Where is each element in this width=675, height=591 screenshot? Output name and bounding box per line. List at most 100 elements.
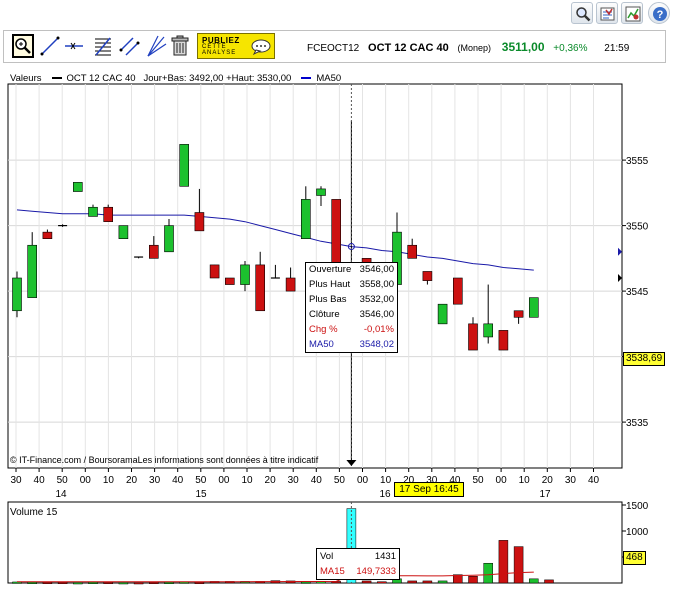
volume-bar bbox=[544, 579, 554, 584]
crosshair-arrow bbox=[346, 460, 357, 466]
volume-bar bbox=[498, 540, 509, 584]
current-price-marker: 3538,69 bbox=[623, 352, 666, 366]
tooltip-label: Ouverture bbox=[309, 264, 352, 275]
x-tick-label: 00 bbox=[80, 475, 92, 486]
vtip-value: 149,7333 bbox=[356, 566, 396, 577]
volume-bar bbox=[301, 581, 311, 584]
price-last-marker bbox=[618, 274, 622, 282]
day-label: 15 bbox=[195, 489, 207, 500]
x-tick-label: 10 bbox=[241, 475, 253, 486]
candle-up bbox=[27, 244, 38, 298]
candle-up bbox=[164, 225, 174, 253]
volume-bar bbox=[103, 581, 113, 584]
tooltip-label: Chg % bbox=[309, 324, 338, 335]
volume-bar bbox=[133, 582, 144, 585]
candle-up bbox=[483, 323, 494, 338]
x-tick-label: 50 bbox=[334, 475, 346, 486]
x-tick-label: 10 bbox=[103, 475, 115, 486]
volume-bar bbox=[73, 582, 83, 585]
x-tick-label: 00 bbox=[496, 475, 508, 486]
x-tick-label: 20 bbox=[542, 475, 554, 486]
volume-tooltip: Vol 1431 MA15 149,7333 bbox=[316, 548, 400, 580]
vtip-label: Vol bbox=[320, 551, 334, 562]
volume-marker: 468 bbox=[623, 551, 646, 565]
x-tick-label: 40 bbox=[172, 475, 184, 486]
candle-up bbox=[316, 188, 326, 196]
volume-bar bbox=[513, 546, 524, 584]
x-tick-label: 20 bbox=[126, 475, 138, 486]
candle-up bbox=[73, 182, 83, 192]
volume-bar bbox=[27, 581, 37, 584]
volume-bar bbox=[149, 581, 159, 584]
tooltip-value: 3546,00 bbox=[359, 309, 394, 320]
volume-bar bbox=[407, 580, 417, 584]
candle-up bbox=[240, 264, 250, 285]
day-label: 14 bbox=[55, 489, 67, 500]
candle-up bbox=[300, 199, 311, 239]
x-tick-label: 40 bbox=[34, 475, 46, 486]
candle-down bbox=[498, 330, 509, 351]
copyright-notice: © IT-Finance.com / BoursoramaLes informa… bbox=[10, 455, 319, 465]
tooltip-value: 3558,00 bbox=[359, 279, 394, 290]
tooltip-value: 3548,02 bbox=[359, 339, 394, 350]
candle-down bbox=[468, 323, 478, 351]
day-label: 16 bbox=[379, 489, 391, 500]
x-tick-label: 50 bbox=[57, 475, 69, 486]
crosshair-date-label: 17 Sep 16:45 bbox=[394, 482, 464, 497]
tooltip-value: -0,01% bbox=[363, 324, 394, 335]
x-tick-label: 30 bbox=[288, 475, 300, 486]
ohlc-tooltip: Ouverture 3546,00 Plus Haut 3558,00 Plus B… bbox=[305, 262, 398, 353]
x-tick-label: 10 bbox=[519, 475, 531, 486]
candle-up bbox=[118, 225, 129, 240]
volume-bar bbox=[377, 581, 387, 584]
x-tick-label: 50 bbox=[195, 475, 207, 486]
vtip-value: 1431 bbox=[374, 551, 396, 562]
ma-last-marker bbox=[618, 247, 622, 256]
vol-y-tick-label: 1500 bbox=[626, 501, 649, 512]
x-tick-label: 10 bbox=[380, 475, 392, 486]
x-tick-label: 20 bbox=[265, 475, 277, 486]
candle-down bbox=[42, 231, 53, 239]
tooltip-value: 3532,00 bbox=[359, 294, 394, 305]
candle-down bbox=[452, 277, 463, 305]
candle-down bbox=[422, 271, 433, 281]
x-tick-label: 00 bbox=[218, 475, 230, 486]
volume-bar bbox=[118, 582, 129, 585]
day-label: 17 bbox=[539, 489, 551, 500]
candle-down bbox=[225, 277, 235, 285]
vtip-label: MA15 bbox=[320, 566, 345, 577]
candle-down bbox=[194, 212, 205, 232]
volume-bar bbox=[88, 581, 98, 584]
x-tick-label: 40 bbox=[311, 475, 323, 486]
candle-down bbox=[407, 244, 418, 259]
x-tick-label: 30 bbox=[10, 475, 22, 486]
y-tick-label: 3545 bbox=[626, 287, 649, 298]
volume-bar bbox=[164, 581, 174, 584]
x-tick-label: 50 bbox=[472, 475, 484, 486]
x-tick-label: 30 bbox=[565, 475, 577, 486]
tooltip-label: Clôture bbox=[309, 309, 340, 320]
y-tick-label: 3550 bbox=[626, 222, 649, 233]
candle-down bbox=[285, 277, 296, 292]
volume-bar bbox=[42, 581, 53, 584]
volume-bar bbox=[194, 581, 205, 584]
tooltip-row-open: Ouverture 3546,00 bbox=[309, 264, 394, 279]
x-tick-label: 40 bbox=[588, 475, 600, 486]
y-tick-label: 3535 bbox=[626, 418, 649, 429]
candle-down bbox=[149, 244, 159, 259]
tooltip-row-high: Plus Haut 3558,00 bbox=[309, 279, 394, 294]
volume-bar bbox=[529, 578, 539, 584]
tooltip-row-low: Plus Bas 3532,00 bbox=[309, 294, 394, 309]
vtip-row-vol: Vol 1431 bbox=[320, 551, 396, 566]
volume-bar bbox=[468, 575, 478, 584]
volume-bar bbox=[437, 580, 448, 584]
volume-bar bbox=[361, 580, 372, 584]
candle-up bbox=[12, 277, 22, 312]
vtip-row-ma: MA15 149,7333 bbox=[320, 566, 396, 581]
candle-down bbox=[209, 264, 220, 279]
volume-pane-frame bbox=[7, 501, 623, 584]
x-tick-label: 00 bbox=[357, 475, 369, 486]
volume-bar bbox=[483, 562, 493, 584]
tooltip-row-change: Chg % -0,01% bbox=[309, 324, 394, 339]
candle-down bbox=[103, 206, 113, 222]
